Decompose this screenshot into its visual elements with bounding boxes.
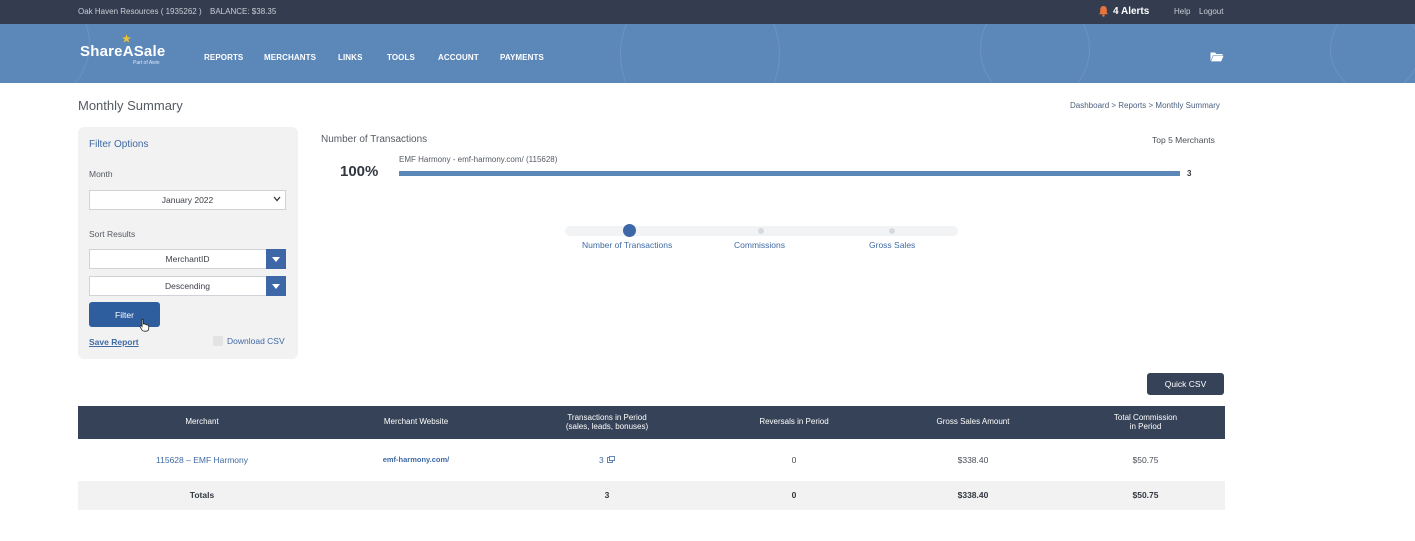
sort-order-value: Descending xyxy=(165,281,210,291)
nav-tools[interactable]: TOOLS xyxy=(387,53,415,62)
background-swirl xyxy=(0,24,90,83)
nav-account[interactable]: ACCOUNT xyxy=(438,53,479,62)
folder-icon[interactable] xyxy=(1210,51,1224,62)
alerts-link[interactable]: 4 Alerts xyxy=(1098,5,1149,17)
nav-links[interactable]: LINKS xyxy=(338,53,363,62)
header-reversals: Reversals in Period xyxy=(759,417,829,427)
merchant-website-link[interactable]: emf-harmony.com/ xyxy=(383,456,450,464)
quick-csv-button[interactable]: Quick CSV xyxy=(1147,373,1224,395)
shareasale-logo[interactable]: ★ ShareASale xyxy=(80,34,166,60)
background-swirl xyxy=(620,24,780,83)
month-select[interactable]: January 2022 xyxy=(89,190,286,210)
sort-by-value: MerchantID xyxy=(165,254,210,264)
account-name: Oak Haven Resources ( 1935262 ) xyxy=(78,7,202,16)
bar-percent: 100% xyxy=(340,163,379,180)
filter-panel-title: Filter Options xyxy=(89,139,149,150)
table-row: 115628 – EMF Harmony emf-harmony.com/ 3 … xyxy=(78,439,1225,481)
breadcrumb-reports[interactable]: Reports xyxy=(1118,101,1146,110)
totals-label: Totals xyxy=(189,490,215,501)
dropdown-button[interactable] xyxy=(266,276,286,296)
bar-track xyxy=(399,171,1180,176)
top-merchants-label: Top 5 Merchants xyxy=(1152,135,1215,145)
table-header: Merchant Merchant Website Transactions i… xyxy=(78,406,1225,439)
breadcrumb-dashboard[interactable]: Dashboard xyxy=(1070,101,1109,110)
external-link-icon xyxy=(607,455,615,463)
hand-cursor-icon xyxy=(139,318,150,332)
nav-merchants[interactable]: MERCHANTS xyxy=(264,53,316,62)
sort-by-select[interactable]: MerchantID xyxy=(89,249,286,269)
nav-payments[interactable]: PAYMENTS xyxy=(500,53,544,62)
header-gross-sales: Gross Sales Amount xyxy=(936,417,1010,427)
bell-icon xyxy=(1099,6,1108,17)
logo-text: ShareASale xyxy=(80,43,166,60)
sort-order-select[interactable]: Descending xyxy=(89,276,286,296)
download-csv-checkbox[interactable] xyxy=(213,336,223,346)
background-swirl xyxy=(1330,24,1415,83)
metric-dot-commissions[interactable] xyxy=(758,228,764,234)
totals-gross-sales: $338.40 xyxy=(957,490,989,501)
bar-fill xyxy=(399,171,1180,176)
download-csv-option[interactable]: Download CSV xyxy=(213,336,285,346)
page-title: Monthly Summary xyxy=(78,98,183,113)
commission-value: $50.75 xyxy=(1132,454,1159,465)
chart-title: Number of Transactions xyxy=(321,134,428,145)
bar-merchant-label: EMF Harmony - emf-harmony.com/ (115628) xyxy=(399,155,558,164)
breadcrumb-separator: > xyxy=(1109,101,1119,110)
metric-tab-transactions[interactable]: Number of Transactions xyxy=(582,240,672,250)
summary-table: Merchant Merchant Website Transactions i… xyxy=(78,406,1225,510)
breadcrumb: Dashboard > Reports > Monthly Summary xyxy=(1070,101,1220,110)
reversals-value: 0 xyxy=(791,454,797,465)
transactions-count: 3 xyxy=(598,454,604,465)
totals-commission: $50.75 xyxy=(1132,490,1159,501)
nav-reports[interactable]: REPORTS xyxy=(204,53,243,62)
header-transactions: Transactions in Period (sales, leads, bon… xyxy=(565,413,649,431)
caret-down-icon xyxy=(272,256,280,262)
totals-transactions: 3 xyxy=(604,490,610,501)
merchant-link[interactable]: 115628 – EMF Harmony xyxy=(156,455,248,465)
account-balance: BALANCE: $38.35 xyxy=(210,7,277,16)
download-csv-label: Download CSV xyxy=(227,336,285,346)
alerts-label: 4 Alerts xyxy=(1113,5,1150,17)
top-bar: Oak Haven Resources ( 1935262 ) BALANCE:… xyxy=(0,0,1415,24)
caret-down-icon xyxy=(272,283,280,289)
bar-value: 3 xyxy=(1187,169,1192,178)
month-label: Month xyxy=(89,169,113,179)
header-website: Merchant Website xyxy=(383,417,449,427)
transactions-link[interactable]: 3 xyxy=(598,454,615,465)
metric-dot-active[interactable] xyxy=(623,224,636,237)
main-nav: ★ ShareASale Part of Awin REPORTS MERCHA… xyxy=(0,24,1415,83)
month-select-value: January 2022 xyxy=(161,195,214,205)
totals-row: Totals 3 0 $338.40 $50.75 xyxy=(78,481,1225,510)
save-report-link[interactable]: Save Report xyxy=(89,337,139,347)
chevron-down-icon xyxy=(273,196,281,202)
logout-link[interactable]: Logout xyxy=(1199,7,1223,16)
breadcrumb-current: Monthly Summary xyxy=(1155,101,1220,110)
metric-dot-gross-sales[interactable] xyxy=(889,228,895,234)
logo-subtitle: Part of Awin xyxy=(133,60,160,66)
background-swirl xyxy=(980,24,1090,83)
sort-results-label: Sort Results xyxy=(89,229,136,239)
star-icon: ★ xyxy=(122,34,132,45)
filter-panel: Filter Options Month January 2022 Sort R… xyxy=(78,127,298,359)
dropdown-button[interactable] xyxy=(266,249,286,269)
header-commission: Total Commission in Period xyxy=(1113,413,1178,431)
gross-sales-value: $338.40 xyxy=(957,454,989,465)
help-link[interactable]: Help xyxy=(1174,7,1190,16)
header-merchant: Merchant xyxy=(185,417,219,427)
metric-tab-gross-sales[interactable]: Gross Sales xyxy=(869,240,915,250)
totals-reversals: 0 xyxy=(791,490,797,501)
metric-tab-commissions[interactable]: Commissions xyxy=(734,240,785,250)
